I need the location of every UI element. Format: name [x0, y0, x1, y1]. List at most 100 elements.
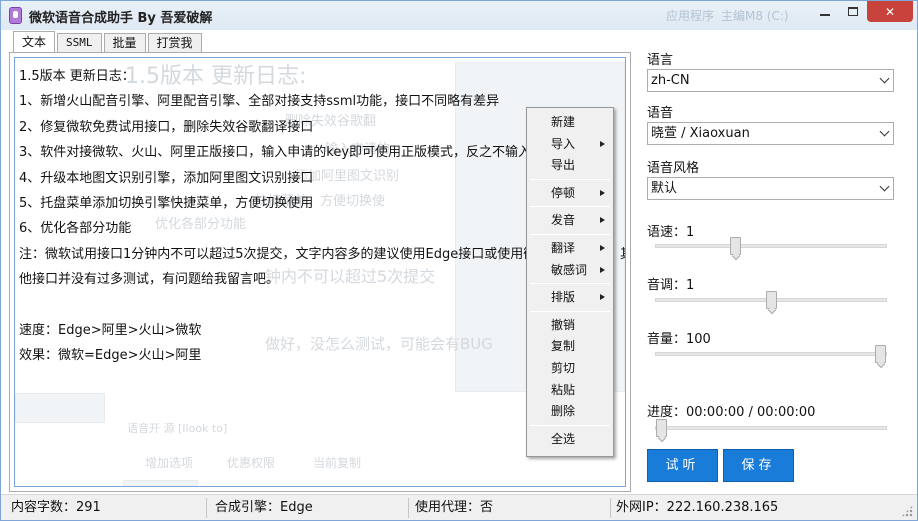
minimize-icon: [819, 13, 830, 16]
language-select[interactable]: zh-CN: [647, 69, 894, 92]
tab-donate[interactable]: 打赏我: [147, 33, 202, 52]
rate-label: 语速：1: [647, 225, 695, 240]
context-menu-item-label: 撤销: [551, 317, 576, 332]
context-menu-separator: [530, 310, 610, 312]
minimize-button[interactable]: [811, 1, 838, 22]
language-value: zh-CN: [651, 73, 690, 88]
ghost-line-11: 语音开 源 [Ilook to]: [127, 422, 228, 435]
resize-grip-icon[interactable]: [901, 505, 913, 517]
style-value: 默认: [651, 181, 678, 196]
style-label: 语音风格: [647, 161, 700, 176]
status-proxy: 使用代理：否: [415, 500, 494, 515]
progress-label: 进度：00:00:00 / 00:00:00: [647, 405, 816, 420]
context-menu-separator: [530, 234, 610, 235]
progress-slider[interactable]: [655, 419, 887, 437]
context-menu: 新建导入导出停顿发音翻译敏感词排版撤销复制剪切粘贴删除全选: [526, 107, 614, 457]
tab-text[interactable]: 文本: [13, 31, 56, 52]
context-menu-item-label: 导出: [551, 158, 576, 173]
context-menu-item[interactable]: 全选: [529, 429, 611, 449]
context-menu-item[interactable]: 翻译: [529, 238, 611, 258]
submenu-arrow-icon: [600, 245, 605, 251]
style-select[interactable]: 默认: [647, 177, 894, 200]
context-menu-separator: [530, 283, 610, 285]
submenu-arrow-icon: [600, 140, 605, 147]
app-window: 应用程序 主编M8 (C:) 微软语音合成助手 By 吾爱破解 ✕ 文本 SSM…: [0, 0, 918, 521]
changelog-line: 1.5版本 更新日志：: [19, 69, 135, 84]
context-menu-item-label: 排版: [551, 290, 576, 305]
context-menu-item[interactable]: 粘贴: [529, 380, 611, 400]
status-bar: 内容字数：291 合成引擎：Edge 使用代理：否 外网IP：222.160.2…: [1, 494, 917, 520]
rate-slider[interactable]: [655, 237, 887, 255]
chevron-down-icon: [879, 73, 890, 84]
context-menu-item-label: 复制: [551, 339, 576, 354]
voice-value: 晓萱 / Xiaoxuan: [651, 126, 750, 141]
app-microphone-icon: [9, 7, 22, 24]
status-char-count: 内容字数：291: [11, 500, 101, 515]
ghost-button-1: 增加选项: [145, 456, 194, 470]
submenu-arrow-icon: [600, 294, 605, 301]
maximize-icon: [847, 7, 858, 16]
context-menu-item-label: 粘贴: [551, 382, 576, 397]
pitch-slider-thumb[interactable]: [766, 291, 777, 309]
context-menu-item[interactable]: 敏感词: [529, 260, 611, 280]
context-menu-item-label: 敏感词: [551, 262, 588, 277]
context-menu-item[interactable]: 发音: [529, 210, 611, 230]
chevron-down-icon: [879, 126, 890, 137]
volume-label: 音量：100: [647, 332, 711, 347]
context-menu-item-label: 停顿: [551, 185, 576, 200]
tab-ssml[interactable]: SSML: [57, 33, 102, 52]
changelog-overflow-char: 其: [620, 242, 625, 267]
context-menu-item-label: 剪切: [551, 361, 576, 375]
submenu-arrow-icon: [600, 189, 605, 196]
volume-slider[interactable]: [655, 345, 887, 363]
listen-button[interactable]: 试听: [647, 449, 718, 482]
title-bar[interactable]: 应用程序 主编M8 (C:) 微软语音合成助手 By 吾爱破解 ✕: [1, 1, 917, 30]
ghost-box-3: [123, 480, 198, 486]
context-menu-item[interactable]: 导入: [529, 134, 611, 154]
context-menu-item[interactable]: 排版: [529, 287, 611, 307]
ghost-title-2: 主编M8 (C:): [721, 9, 789, 23]
close-icon: ✕: [884, 4, 896, 19]
context-menu-item-label: 发音: [551, 213, 576, 228]
language-label: 语言: [647, 53, 674, 68]
close-button[interactable]: ✕: [867, 1, 913, 22]
ghost-button-3: 当前复制: [313, 456, 362, 470]
save-button[interactable]: 保存: [723, 449, 794, 482]
context-menu-item-label: 全选: [551, 431, 576, 446]
status-divider: [610, 498, 611, 518]
ghost-button-2: 优惠权限: [227, 456, 276, 470]
context-menu-item-label: 新建: [551, 115, 576, 129]
tab-strip: 文本 SSML 批量 打赏我: [13, 31, 204, 53]
pitch-slider[interactable]: [655, 291, 887, 309]
maximize-button[interactable]: [839, 1, 866, 22]
context-menu-item[interactable]: 剪切: [529, 358, 611, 378]
status-divider: [408, 498, 409, 518]
context-menu-separator: [530, 424, 610, 426]
tab-batch[interactable]: 批量: [103, 33, 146, 52]
voice-label: 语音: [647, 106, 674, 121]
chevron-down-icon: [879, 181, 890, 192]
context-menu-item[interactable]: 新建: [529, 112, 611, 132]
context-menu-separator: [530, 206, 610, 208]
context-menu-item-label: 删除: [551, 404, 576, 419]
window-title: 微软语音合成助手 By 吾爱破解: [29, 11, 213, 26]
voice-select[interactable]: 晓萱 / Xiaoxuan: [647, 122, 894, 145]
progress-slider-thumb[interactable]: [656, 419, 667, 437]
context-menu-item[interactable]: 撤销: [529, 315, 611, 335]
submenu-arrow-icon: [600, 266, 605, 273]
context-menu-item-label: 翻译: [551, 241, 576, 255]
status-ip: 外网IP：222.160.238.165: [616, 500, 779, 515]
status-engine: 合成引擎：Edge: [215, 500, 313, 515]
status-divider: [206, 498, 207, 518]
context-menu-separator: [530, 178, 610, 180]
pitch-label: 音调：1: [647, 278, 695, 293]
context-menu-item[interactable]: 复制: [529, 336, 611, 356]
ghost-title-1: 应用程序: [666, 9, 715, 23]
submenu-arrow-icon: [600, 217, 605, 224]
context-menu-item[interactable]: 停顿: [529, 183, 611, 203]
context-menu-item[interactable]: 删除: [529, 401, 611, 421]
ghost-box-2: [15, 393, 105, 423]
rate-slider-thumb[interactable]: [730, 237, 741, 255]
volume-slider-thumb[interactable]: [875, 345, 886, 363]
context-menu-item[interactable]: 导出: [529, 155, 611, 175]
